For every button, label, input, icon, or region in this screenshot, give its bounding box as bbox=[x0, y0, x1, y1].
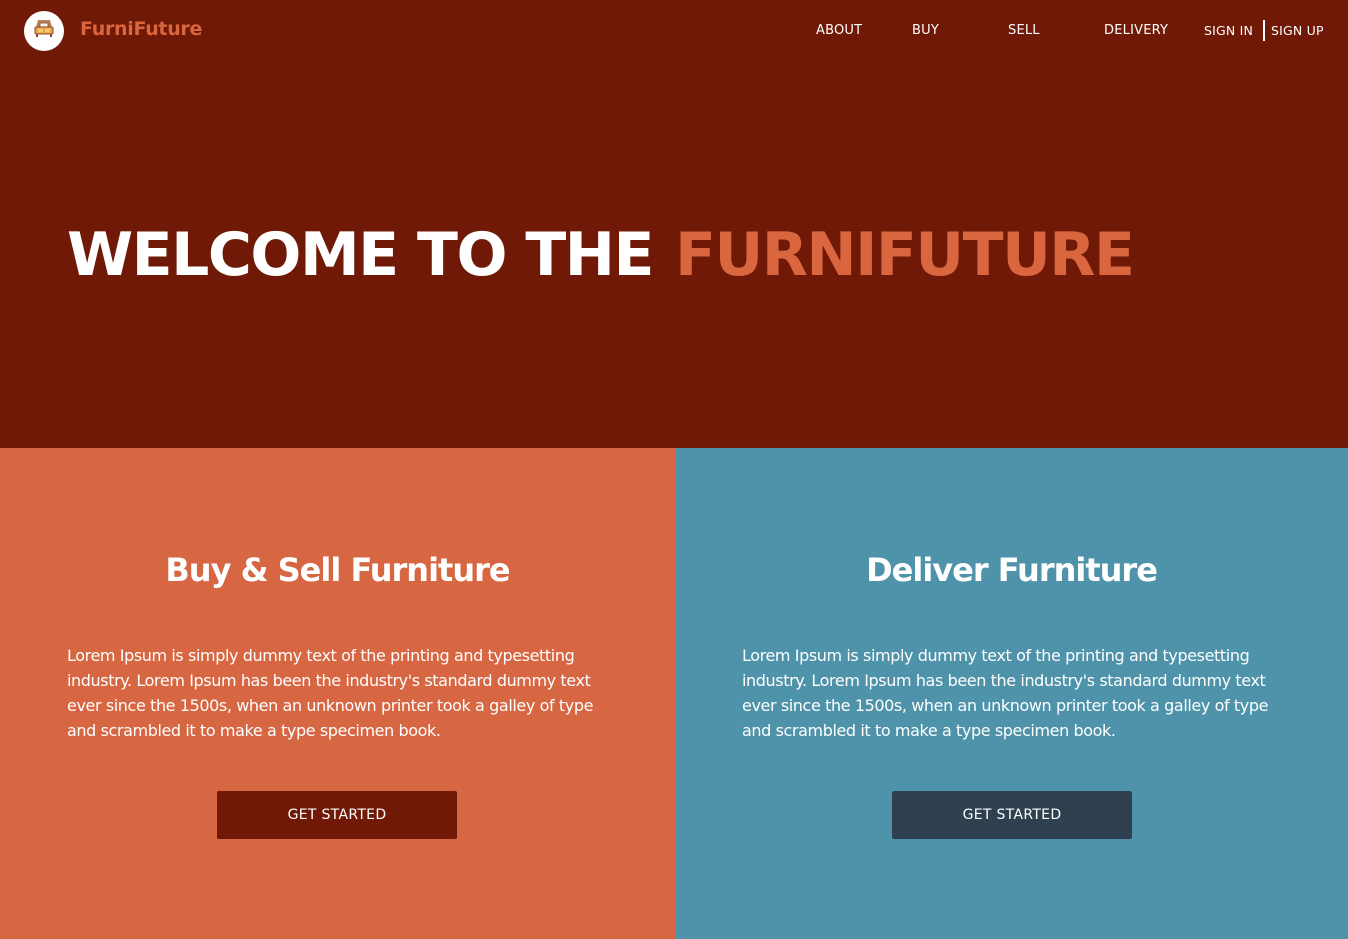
get-started-button[interactable]: GET STARTED bbox=[217, 791, 457, 839]
panel-body: Lorem Ipsum is simply dummy text of the … bbox=[67, 646, 594, 740]
panel-body: Lorem Ipsum is simply dummy text of the … bbox=[742, 646, 1269, 740]
headline-accent: FURNIFUTURE bbox=[674, 220, 1135, 290]
nav-item-about[interactable]: ABOUT bbox=[816, 23, 862, 38]
nav-item-sell[interactable]: SELL bbox=[1008, 23, 1040, 38]
nav-item-buy[interactable]: BUY bbox=[912, 23, 939, 38]
panel-title: Buy & Sell Furniture bbox=[165, 551, 510, 589]
headline-prefix: WELCOME TO THE bbox=[67, 220, 654, 290]
buy-sell-panel: Buy & Sell Furniture Lorem Ipsum is simp… bbox=[0, 448, 675, 939]
get-started-button[interactable]: GET STARTED bbox=[892, 791, 1132, 839]
delivery-panel: Deliver Furniture Lorem Ipsum is simply … bbox=[675, 448, 1348, 939]
nav-divider bbox=[1263, 20, 1265, 41]
panel-title: Deliver Furniture bbox=[866, 551, 1158, 589]
sign-up-link[interactable]: SIGN UP bbox=[1271, 23, 1324, 38]
main-nav: ABOUT BUY SELL DELIVERY SIGN IN SIGN UP bbox=[0, 20, 1348, 43]
sign-in-link[interactable]: SIGN IN bbox=[1204, 23, 1253, 38]
nav-item-delivery[interactable]: DELIVERY bbox=[1104, 23, 1168, 38]
hero-section: FurniFuture ABOUT BUY SELL DELIVERY SIGN… bbox=[0, 0, 1348, 448]
hero-headline: WELCOME TO THE FURNIFUTURE bbox=[67, 220, 1135, 290]
